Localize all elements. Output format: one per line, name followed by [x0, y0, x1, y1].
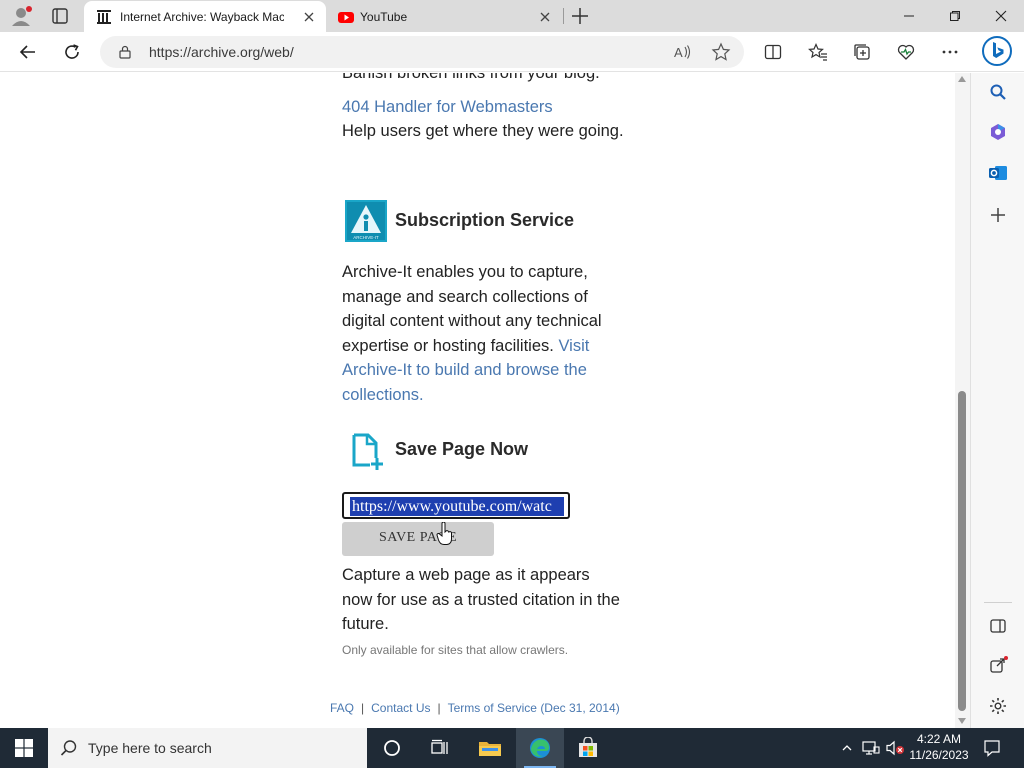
clock-date: 11/26/2023 [909, 748, 969, 762]
browser-toolbar: https://archive.org/web/ A [0, 32, 1024, 72]
task-view-icon[interactable] [416, 728, 464, 768]
edge-sidebar [970, 73, 1024, 728]
close-tab-icon[interactable] [538, 10, 552, 24]
faq-link[interactable]: FAQ [330, 701, 354, 715]
outlook-icon[interactable] [985, 160, 1011, 186]
restore-icon[interactable] [932, 0, 978, 32]
tab-youtube[interactable]: YouTube [326, 1, 562, 32]
footer-separator: | [361, 701, 365, 715]
terms-of-service-link[interactable]: Terms of Service (Dec 31, 2014) [448, 701, 620, 715]
microsoft-365-icon[interactable] [985, 119, 1011, 145]
scroll-down-arrow-icon[interactable] [958, 718, 966, 724]
footer-separator: | [437, 701, 441, 715]
taskbar-clock[interactable]: 4:22 AM 11/26/2023 [904, 731, 974, 763]
page-scrollbar[interactable] [955, 73, 970, 728]
collections-icon[interactable] [848, 38, 876, 66]
save-page-description: Capture a web page as it appears now for… [342, 566, 620, 633]
hand-cursor-icon [436, 521, 454, 546]
add-sidebar-app-icon[interactable] [985, 202, 1011, 228]
address-bar[interactable]: https://archive.org/web/ A [100, 36, 744, 68]
archive-it-logo: ARCHIVE-IT [345, 200, 387, 242]
network-icon[interactable] [860, 728, 882, 768]
windows-taskbar: Type here to search 4:22 AM 11/26/2023 [0, 728, 1024, 768]
favorite-star-icon[interactable] [711, 42, 731, 62]
url-input-selected-text[interactable]: https://www.youtube.com/watc [350, 497, 564, 516]
crawler-note: Only available for sites that allow craw… [342, 643, 569, 657]
contact-us-link[interactable]: Contact Us [371, 701, 430, 715]
save-page-url-input[interactable]: https://www.youtube.com/watc [342, 492, 570, 519]
subscription-service-title: Subscription Service [395, 210, 575, 230]
page-viewport: Banish broken links from your blog. 404 … [0, 73, 955, 728]
scrollbar-thumb[interactable] [958, 391, 966, 711]
windows-start-icon[interactable] [0, 728, 48, 768]
favorites-icon[interactable] [804, 38, 832, 66]
tab-strip: Internet Archive: Wayback Machine YouTub… [0, 0, 1024, 32]
tab-wayback-machine[interactable]: Internet Archive: Wayback Machine [84, 1, 326, 32]
close-tab-icon[interactable] [302, 10, 316, 24]
tab-title: Internet Archive: Wayback Machine [120, 10, 284, 24]
microsoft-store-icon[interactable] [564, 728, 612, 768]
sidebar-settings-gear-icon[interactable] [985, 693, 1011, 719]
scroll-up-arrow-icon[interactable] [958, 76, 966, 82]
file-explorer-icon[interactable] [466, 728, 514, 768]
archive-it-description: Archive-It enables you to capture, manag… [342, 260, 624, 407]
sidebar-divider [984, 602, 1012, 603]
back-icon[interactable] [14, 38, 42, 66]
lock-icon[interactable] [118, 45, 132, 59]
404-handler-description: Help users get where they were going. [342, 122, 624, 140]
page-footer: FAQ | Contact Us | Terms of Service (Dec 31,… [330, 701, 620, 715]
search-icon[interactable] [985, 79, 1011, 105]
url-text[interactable]: https://archive.org/web/ [149, 44, 294, 60]
browser-essentials-icon[interactable] [892, 38, 920, 66]
404-handler-link[interactable]: 404 Handler for Webmasters [342, 95, 624, 120]
read-aloud-icon[interactable]: A [672, 42, 692, 62]
search-icon [60, 739, 78, 762]
show-hidden-icons-chevron-icon[interactable] [838, 728, 856, 768]
notifications-icon[interactable] [978, 728, 1006, 768]
tab-separator [563, 8, 564, 24]
volume-muted-icon[interactable] [884, 728, 906, 768]
more-options-icon[interactable] [936, 38, 964, 66]
bing-copilot-icon[interactable] [981, 35, 1013, 67]
external-link-icon[interactable] [985, 653, 1011, 679]
archive-icon [96, 9, 112, 25]
intro-tail-text: Banish broken links from your blog. [342, 73, 600, 82]
svg-text:ARCHIVE-IT: ARCHIVE-IT [353, 235, 379, 240]
save-page-button[interactable]: SAVE PAGE [342, 522, 494, 556]
split-screen-icon[interactable] [759, 38, 787, 66]
save-page-icon [350, 432, 386, 472]
browser-window: Internet Archive: Wayback Machine YouTub… [0, 0, 1024, 768]
minimize-icon[interactable] [886, 0, 932, 32]
edge-browser-icon[interactable] [516, 728, 564, 768]
close-window-icon[interactable] [978, 0, 1024, 32]
save-page-now-title: Save Page Now [395, 439, 529, 459]
taskbar-search-placeholder[interactable]: Type here to search [88, 740, 212, 756]
youtube-icon [338, 9, 354, 25]
tab-actions-icon[interactable] [48, 4, 72, 28]
svg-text:A: A [674, 45, 683, 60]
clock-time: 4:22 AM [916, 732, 962, 746]
hide-sidebar-icon[interactable] [985, 613, 1011, 639]
tab-title: YouTube [360, 10, 408, 24]
new-tab-icon[interactable] [568, 4, 592, 28]
cortana-icon[interactable] [368, 728, 416, 768]
taskbar-search-box[interactable]: Type here to search [48, 728, 367, 768]
refresh-icon[interactable] [58, 38, 86, 66]
profile-icon[interactable] [8, 4, 34, 28]
